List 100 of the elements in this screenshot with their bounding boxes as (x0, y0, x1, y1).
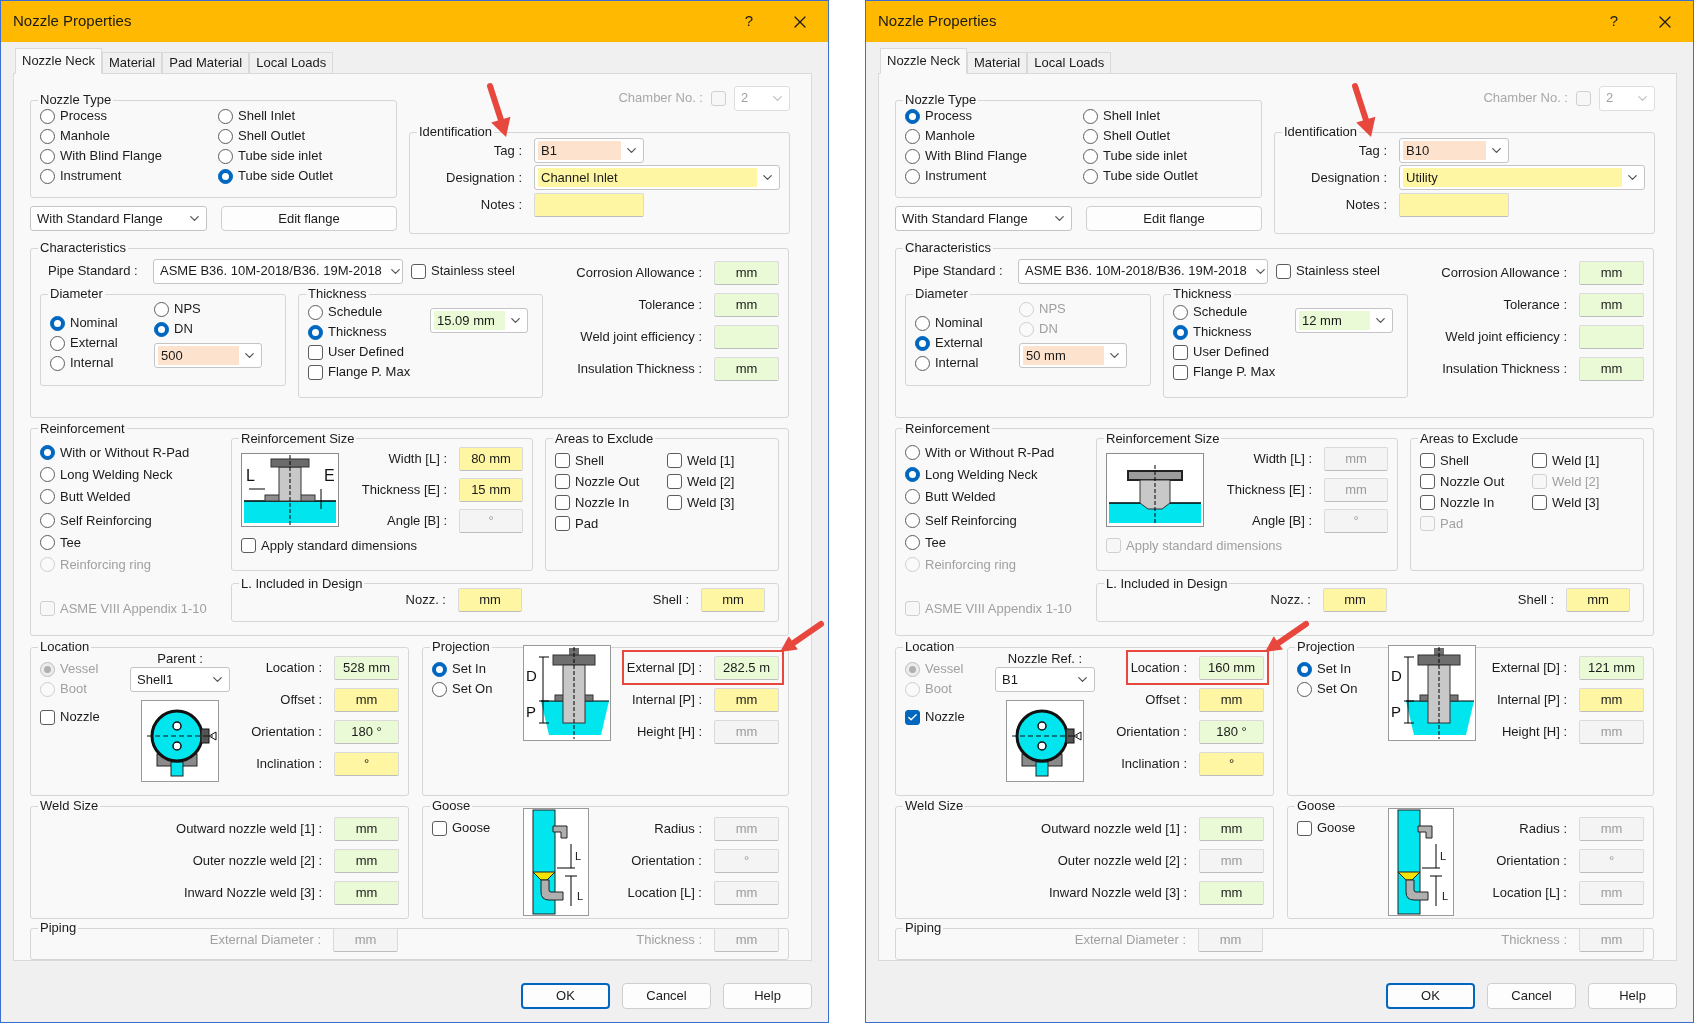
checkbox[interactable] (40, 709, 55, 725)
input-field[interactable]: mm (1579, 356, 1644, 381)
checkbox[interactable] (555, 516, 570, 532)
tab[interactable]: Local Loads (1027, 52, 1112, 74)
dropdown[interactable]: 500 (154, 343, 262, 368)
dropdown[interactable]: 50 mm (1019, 343, 1127, 368)
radio-button[interactable] (905, 513, 920, 529)
dialog-button[interactable]: OK (521, 983, 610, 1009)
radio-button[interactable] (154, 301, 169, 317)
radio-button[interactable] (218, 148, 233, 164)
checkbox[interactable] (1276, 263, 1291, 279)
input-field[interactable]: 15 mm (459, 478, 523, 503)
dropdown[interactable]: ASME B36. 10M-2018/B36. 19M-2018 (153, 258, 403, 284)
input-field[interactable] (1399, 192, 1509, 217)
input-field[interactable]: mm (334, 687, 399, 712)
help-button[interactable]: ? (1591, 1, 1637, 42)
checkbox[interactable] (1173, 344, 1188, 360)
checkbox[interactable] (667, 474, 682, 490)
tab[interactable]: Nozzle Neck (880, 48, 967, 74)
radio-button[interactable] (905, 467, 920, 483)
radio-button[interactable] (154, 321, 169, 337)
edit-flange-button[interactable]: Edit flange (1086, 206, 1262, 231)
checkbox[interactable] (1420, 495, 1435, 511)
dropdown[interactable]: B1 (534, 138, 644, 163)
input-field[interactable]: mm (701, 588, 765, 613)
dropdown[interactable]: With Standard Flange (30, 206, 207, 231)
tab[interactable]: Nozzle Neck (15, 48, 102, 74)
input-field[interactable]: mm (334, 848, 399, 873)
input-field[interactable] (1579, 324, 1644, 349)
checkbox[interactable] (1297, 820, 1312, 836)
radio-button[interactable] (40, 445, 55, 461)
radio-button[interactable] (50, 335, 65, 351)
input-field[interactable]: mm (1579, 687, 1644, 712)
input-field[interactable]: 160 mm (1199, 655, 1264, 680)
dropdown[interactable]: Shell1 (130, 667, 230, 693)
radio-button[interactable] (905, 489, 920, 505)
input-field[interactable]: mm (458, 588, 522, 613)
checkbox[interactable] (667, 495, 682, 511)
radio-button[interactable] (1173, 324, 1188, 340)
checkbox[interactable] (1420, 453, 1435, 469)
radio-button[interactable] (1297, 681, 1312, 697)
input-field[interactable]: 282.5 m (714, 655, 779, 680)
input-field[interactable] (534, 192, 644, 217)
input-field[interactable]: mm (1566, 588, 1630, 613)
edit-flange-button[interactable]: Edit flange (221, 206, 397, 231)
dropdown[interactable]: 12 mm (1295, 308, 1393, 333)
input-field[interactable]: mm (714, 356, 779, 381)
dropdown[interactable]: B10 (1399, 138, 1509, 163)
input-field[interactable]: mm (334, 880, 399, 905)
input-field[interactable] (714, 324, 779, 349)
checkbox[interactable] (411, 263, 426, 279)
input-field[interactable]: mm (1579, 260, 1644, 285)
radio-button[interactable] (1083, 108, 1098, 124)
dropdown[interactable]: Utility (1399, 165, 1645, 190)
radio-button[interactable] (905, 535, 920, 551)
dialog-button[interactable]: Help (1588, 983, 1677, 1009)
radio-button[interactable] (1083, 128, 1098, 144)
radio-button[interactable] (432, 661, 447, 677)
checkbox[interactable] (308, 344, 323, 360)
checkbox[interactable] (555, 474, 570, 490)
input-field[interactable]: mm (714, 292, 779, 317)
radio-button[interactable] (915, 335, 930, 351)
checkbox[interactable] (432, 820, 447, 836)
radio-button[interactable] (905, 148, 920, 164)
checkbox[interactable] (1173, 364, 1188, 380)
checkbox[interactable] (1532, 453, 1547, 469)
checkbox[interactable] (241, 538, 256, 554)
input-field[interactable]: mm (1579, 292, 1644, 317)
radio-button[interactable] (40, 513, 55, 529)
checkbox[interactable] (555, 495, 570, 511)
radio-button[interactable] (905, 168, 920, 184)
radio-button[interactable] (1297, 661, 1312, 677)
dropdown[interactable]: 15.09 mm (430, 308, 528, 333)
dialog-button[interactable]: Help (723, 983, 812, 1009)
checkbox[interactable] (555, 453, 570, 469)
radio-button[interactable] (40, 535, 55, 551)
input-field[interactable]: mm (334, 816, 399, 841)
input-field[interactable]: mm (714, 260, 779, 285)
tab[interactable]: Material (101, 52, 163, 74)
input-field[interactable]: 528 mm (334, 655, 399, 680)
radio-button[interactable] (1083, 148, 1098, 164)
radio-button[interactable] (218, 128, 233, 144)
dropdown[interactable]: B1 (995, 667, 1095, 693)
radio-button[interactable] (40, 148, 55, 164)
input-field[interactable]: 80 mm (459, 447, 523, 472)
input-field[interactable]: 121 mm (1579, 655, 1644, 680)
dropdown[interactable]: With Standard Flange (895, 206, 1072, 231)
radio-button[interactable] (218, 108, 233, 124)
help-button[interactable]: ? (726, 1, 772, 42)
input-field[interactable]: mm (714, 687, 779, 712)
radio-button[interactable] (308, 304, 323, 320)
radio-button[interactable] (905, 128, 920, 144)
checkbox[interactable] (1420, 474, 1435, 490)
checkbox[interactable] (1532, 495, 1547, 511)
radio-button[interactable] (50, 355, 65, 371)
radio-button[interactable] (1173, 304, 1188, 320)
input-field[interactable]: mm (1323, 588, 1387, 613)
dialog-button[interactable]: OK (1386, 983, 1475, 1009)
input-field[interactable]: mm (1199, 816, 1264, 841)
dialog-button[interactable]: Cancel (1487, 983, 1576, 1009)
